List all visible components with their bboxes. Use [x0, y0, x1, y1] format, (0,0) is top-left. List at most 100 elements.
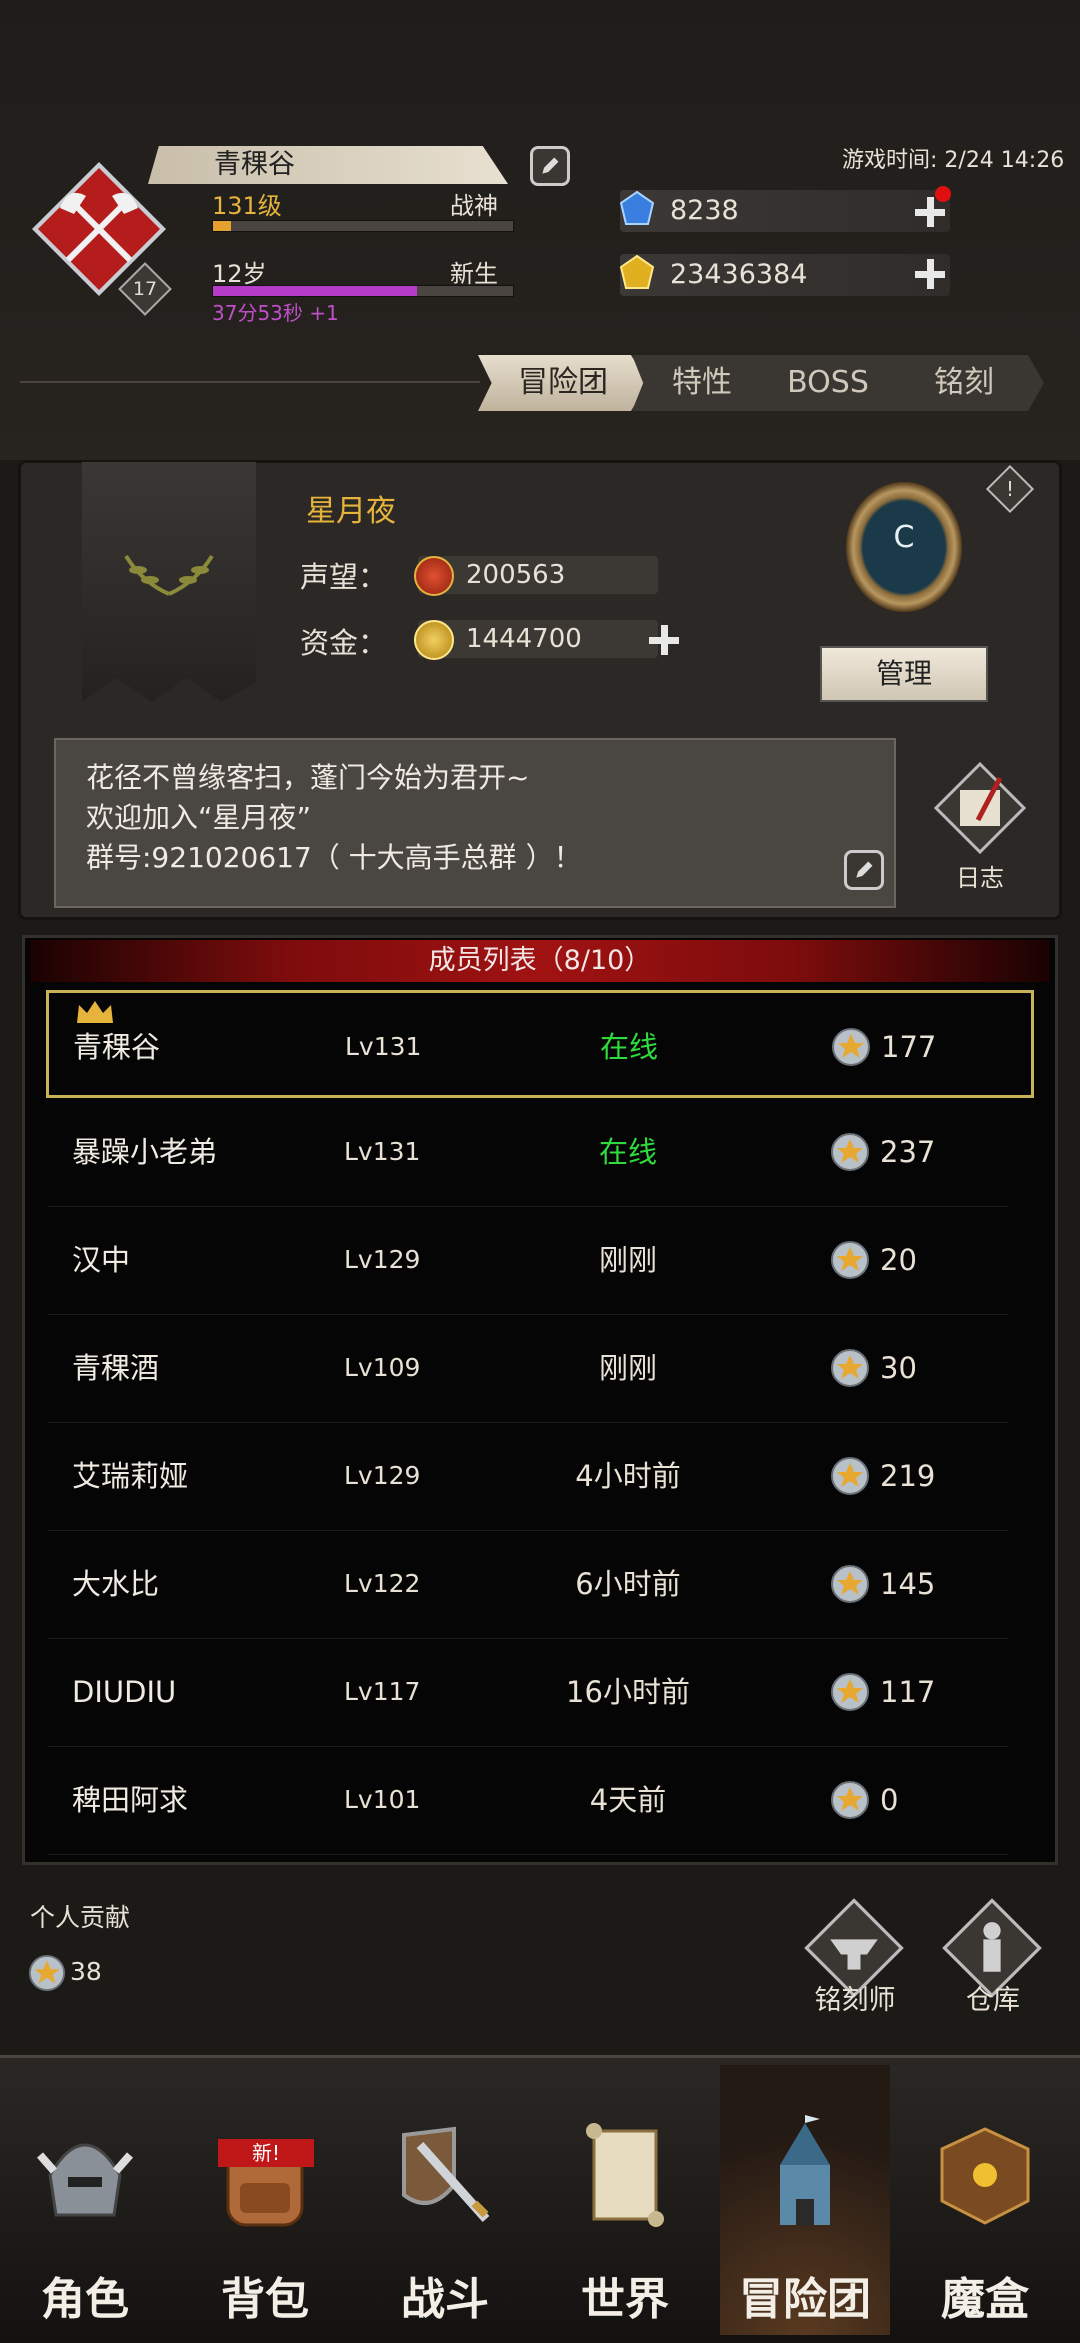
medal-icon	[831, 1133, 869, 1171]
nav-item[interactable]: 新! 背包	[180, 2065, 350, 2335]
nav-item[interactable]: 世界	[540, 2065, 710, 2335]
tab-boss[interactable]: BOSS	[758, 355, 898, 411]
member-level: Lv117	[344, 1677, 421, 1706]
member-points: 30	[880, 1351, 917, 1385]
member-level: Lv131	[345, 1032, 422, 1061]
nav-item[interactable]: 冒险团	[720, 2065, 890, 2335]
blue-gem-icon	[618, 190, 656, 228]
member-name: 大水比	[72, 1567, 160, 1601]
guild-name: 星月夜	[306, 494, 396, 529]
guild-banner	[82, 462, 256, 702]
member-name: DIUDIU	[72, 1675, 177, 1709]
member-points: 0	[880, 1783, 899, 1817]
nav-label: 世界	[581, 2274, 669, 2325]
player-name: 青稞谷	[148, 146, 508, 184]
add-gold-button[interactable]	[912, 256, 948, 292]
laurel-icon	[124, 554, 214, 596]
helmet-icon	[30, 2115, 140, 2235]
member-row[interactable]: 大水比 Lv122 6小时前 145	[48, 1530, 1008, 1639]
tab-traits[interactable]: 特性	[632, 355, 772, 411]
quill-scroll-icon	[933, 761, 1027, 855]
nav-label: 冒险团	[739, 2274, 871, 2325]
edit-name-button[interactable]	[530, 146, 570, 186]
member-row[interactable]: 艾瑞莉娅 Lv129 4小时前 219	[48, 1422, 1008, 1531]
gold-counter: 23436384	[620, 254, 950, 296]
nav-item[interactable]: 魔盒	[900, 2065, 1070, 2335]
exp-bar	[212, 220, 514, 232]
manage-button[interactable]: 管理	[820, 646, 988, 702]
medal-icon	[831, 1349, 869, 1387]
age-bar	[212, 285, 514, 297]
warehouse-label: 仓库	[966, 1985, 1020, 2016]
member-points: 177	[881, 1030, 937, 1064]
guild-notice: 花径不曾缘客扫，蓬门今始为君开~ 欢迎加入“星月夜” 群号:921020617（…	[54, 738, 896, 908]
tab-engrave[interactable]: 铭刻	[884, 355, 1044, 411]
edit-icon	[542, 157, 559, 174]
edit-notice-button[interactable]	[844, 850, 884, 890]
member-row[interactable]: 暴躁小老弟 Lv131 在线 237	[48, 1098, 1008, 1207]
gold-coin-icon	[414, 620, 454, 660]
member-name: 汉中	[72, 1243, 131, 1277]
info-icon: !	[1005, 477, 1015, 501]
tab-adventure-group[interactable]: 冒险团	[478, 355, 648, 411]
gem-counter: 8238	[620, 190, 950, 232]
member-status: 在线	[598, 1135, 657, 1169]
funds-value: 1444700	[418, 620, 658, 658]
contribution-value: 38	[70, 1957, 102, 1986]
player-title: 战神	[450, 192, 498, 220]
member-points: 145	[880, 1567, 936, 1601]
member-level: Lv122	[344, 1569, 421, 1598]
sword-shield-icon	[390, 2115, 500, 2235]
member-status: 刚刚	[598, 1243, 657, 1277]
castle-icon	[750, 2115, 860, 2235]
new-badge: 新!	[218, 2139, 314, 2167]
magic-box-icon	[930, 2115, 1040, 2235]
member-list-header: 成员列表（8/10）	[30, 940, 1050, 982]
member-status: 刚刚	[598, 1351, 657, 1385]
nav-label: 魔盒	[941, 2274, 1029, 2325]
nav-item[interactable]: 战斗	[360, 2065, 530, 2335]
level-badge-text: 17	[132, 278, 158, 300]
log-button[interactable]	[930, 758, 1030, 858]
medal-icon	[831, 1781, 869, 1819]
log-label: 日志	[956, 864, 1004, 892]
gold-gem-icon	[618, 254, 656, 292]
medal-icon	[831, 1457, 869, 1495]
member-row[interactable]: 青稞谷 Lv131 在线 177	[46, 990, 1034, 1098]
member-status: 4天前	[589, 1783, 667, 1817]
player-age: 12岁	[212, 260, 267, 288]
add-funds-button[interactable]	[646, 622, 682, 658]
member-status: 16小时前	[566, 1675, 690, 1709]
contribution-label: 个人贡献	[30, 1903, 131, 1932]
member-row[interactable]: 青稞酒 Lv109 刚刚 30	[48, 1314, 1008, 1423]
age-timer: 37分53秒 +1	[212, 301, 339, 325]
member-level: Lv129	[344, 1245, 421, 1274]
member-status: 在线	[599, 1030, 658, 1064]
medal-icon	[28, 1954, 66, 1992]
member-row[interactable]: 稗田阿求 Lv101 4天前 0	[48, 1746, 1008, 1855]
member-row[interactable]: DIUDIU Lv117 16小时前 117	[48, 1638, 1008, 1747]
nav-item[interactable]: 角色	[0, 2065, 170, 2335]
member-status: 4小时前	[575, 1459, 681, 1493]
member-points: 20	[880, 1243, 917, 1277]
member-level: Lv129	[344, 1461, 421, 1490]
reputation-icon	[414, 556, 454, 596]
medal-icon	[831, 1565, 869, 1603]
scroll-map-icon	[570, 2115, 680, 2235]
member-points: 219	[880, 1459, 936, 1493]
member-level: Lv101	[344, 1785, 421, 1814]
engraver-label: 铭刻师	[814, 1985, 896, 2016]
guild-rank-letter: C	[893, 520, 915, 555]
medal-icon	[831, 1241, 869, 1279]
member-row[interactable]: 汉中 Lv129 刚刚 20	[48, 1206, 1008, 1315]
member-status: 6小时前	[575, 1567, 681, 1601]
game-time: 游戏时间: 2/24 14:26	[842, 148, 1065, 173]
member-points: 237	[880, 1135, 936, 1169]
nav-label: 战斗	[401, 2274, 489, 2325]
backpack-icon	[210, 2115, 320, 2235]
medal-icon	[832, 1028, 870, 1066]
member-level: Lv109	[344, 1353, 421, 1382]
player-level: 131级	[212, 192, 282, 220]
edit-icon	[856, 861, 873, 878]
reputation-value: 200563	[418, 556, 658, 594]
